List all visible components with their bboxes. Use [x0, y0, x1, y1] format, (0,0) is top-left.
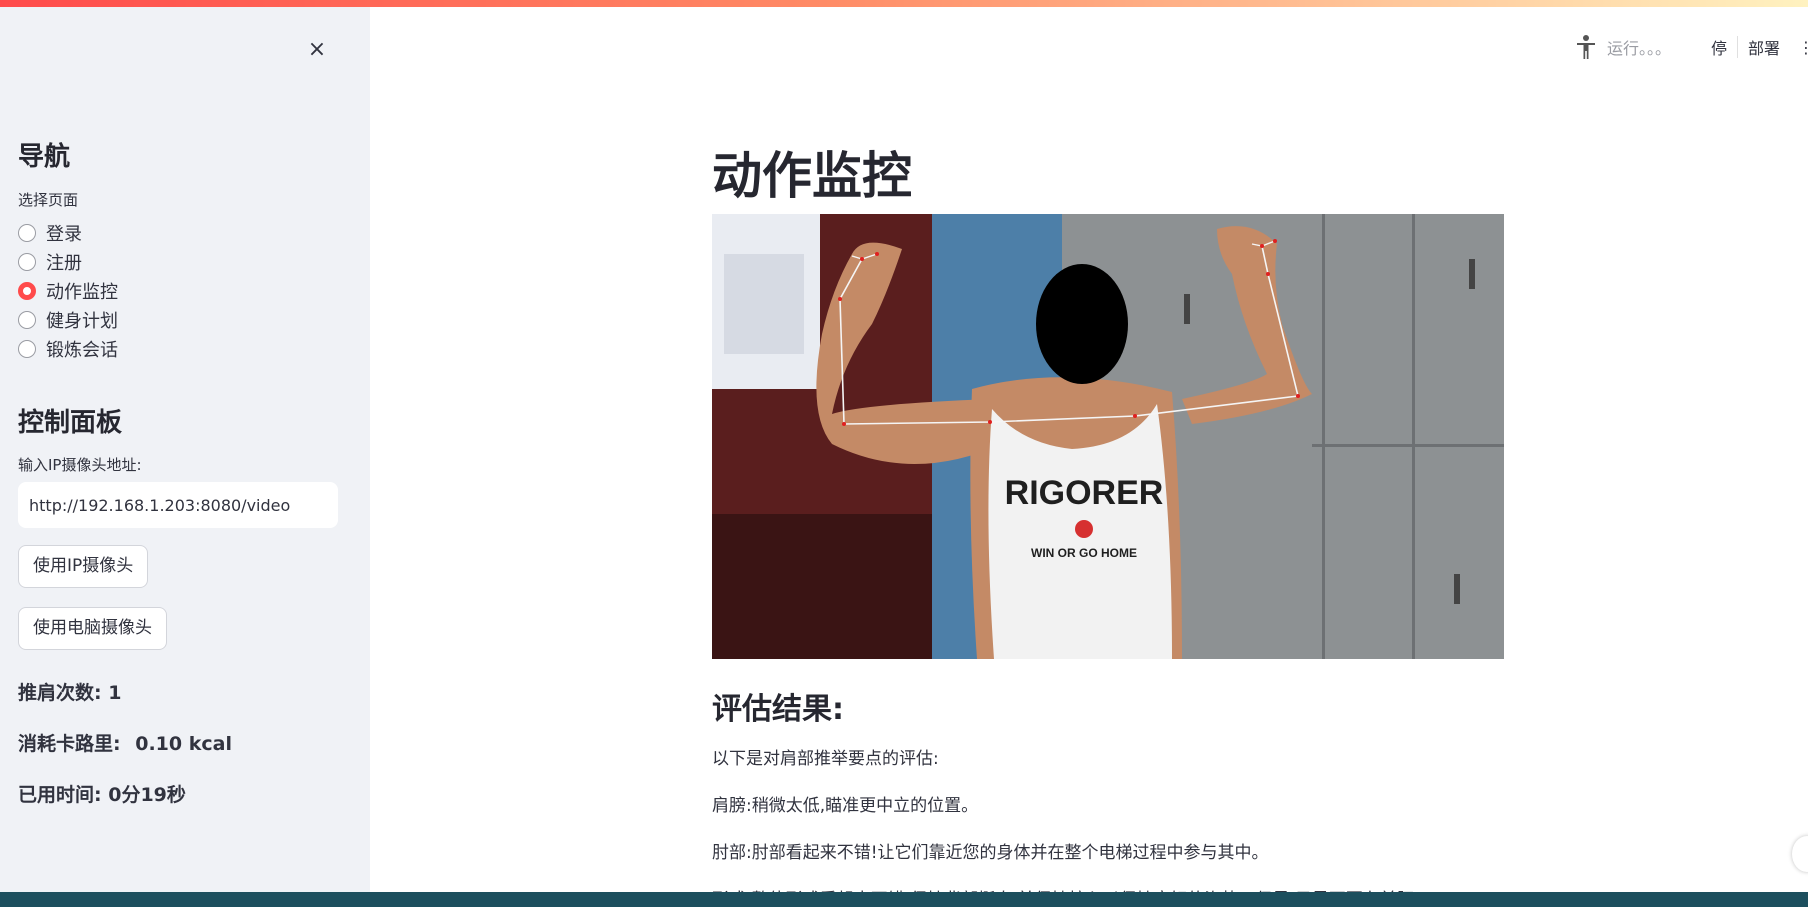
top-decoration-bar [0, 0, 1808, 7]
radio-label: 登录 [46, 223, 82, 245]
control-panel-heading: 控制面板 [18, 408, 123, 438]
use-pc-camera-button[interactable]: 使用电脑摄像头 [18, 607, 167, 650]
close-sidebar-button[interactable]: × [303, 36, 331, 64]
radio-workout-session[interactable]: 锻炼会话 [18, 334, 118, 363]
elapsed-label: 已用时间: [18, 784, 102, 806]
running-status: 运行。。。 [1606, 39, 1671, 58]
calories-label: 消耗卡路里: [18, 733, 121, 755]
shirt-slogan-text: WIN OR GO HOME [1031, 546, 1137, 560]
camera-frame-image: RIGORER WIN OR GO HOME [712, 214, 1504, 659]
sidebar: × 导航 选择页面 登录 注册 动作监控 健身计划 锻炼会话 控制面板 输入IP… [0, 0, 370, 892]
reps-label: 推肩次数: [18, 682, 102, 704]
page-title: 动作监控 [712, 147, 912, 205]
os-taskbar [0, 892, 1808, 907]
form-feedback: 形式:整体形式看起来不错,保持背部挺直,并保持核心以保持良好的姿势。但是,只是不… [712, 885, 1414, 892]
radio-icon [18, 339, 36, 358]
page-select-label: 选择页面 [18, 191, 79, 209]
elapsed-time-stat: 已用时间: 0分19秒 [18, 780, 186, 807]
chat-widget-handle[interactable] [1792, 836, 1808, 872]
reps-stat: 推肩次数: 1 [18, 678, 121, 705]
radio-login[interactable]: 登录 [18, 218, 118, 247]
radio-label: 锻炼会话 [46, 339, 118, 361]
ip-camera-label: 输入IP摄像头地址: [18, 456, 142, 474]
use-ip-camera-button[interactable]: 使用IP摄像头 [18, 545, 149, 588]
ip-camera-input[interactable] [18, 482, 338, 528]
assessment-heading: 评估结果: [712, 692, 844, 727]
app-toolbar: 运行。。。 停 部署 ⋮ [1573, 32, 1808, 62]
radio-register[interactable]: 注册 [18, 247, 118, 276]
radio-icon [18, 310, 36, 329]
shoulder-feedback: 肩膀:稍微太低,瞄准更中立的位置。 [712, 796, 979, 816]
radio-label: 动作监控 [46, 281, 118, 303]
elbow-feedback: 肘部:肘部看起来不错!让它们靠近您的身体并在整个电梯过程中参与其中。 [712, 843, 1269, 863]
page-radio-group: 登录 注册 动作监控 健身计划 锻炼会话 [18, 218, 118, 363]
assessment-intro: 以下是对肩部推举要点的评估: [712, 749, 939, 769]
nav-heading: 导航 [18, 142, 71, 172]
calories-stat: 消耗卡路里: 0.10 kcal [18, 729, 232, 756]
elapsed-value: 0分19秒 [108, 784, 186, 806]
main-menu-icon[interactable]: ⋮ [1798, 38, 1808, 57]
radio-icon [18, 252, 36, 271]
radio-selected-icon [18, 281, 36, 300]
deploy-button[interactable]: 部署 [1738, 35, 1790, 59]
running-person-icon [1573, 34, 1599, 60]
radio-icon [18, 223, 36, 242]
reps-value: 1 [108, 682, 122, 704]
shirt-brand-text: RIGORER [1005, 474, 1164, 512]
radio-label: 健身计划 [46, 310, 118, 332]
radio-fitness-plan[interactable]: 健身计划 [18, 305, 118, 334]
radio-motion-monitor[interactable]: 动作监控 [18, 276, 118, 305]
calories-value: 0.10 kcal [135, 733, 232, 755]
stop-button[interactable]: 停 [1701, 35, 1737, 59]
radio-label: 注册 [46, 252, 82, 274]
